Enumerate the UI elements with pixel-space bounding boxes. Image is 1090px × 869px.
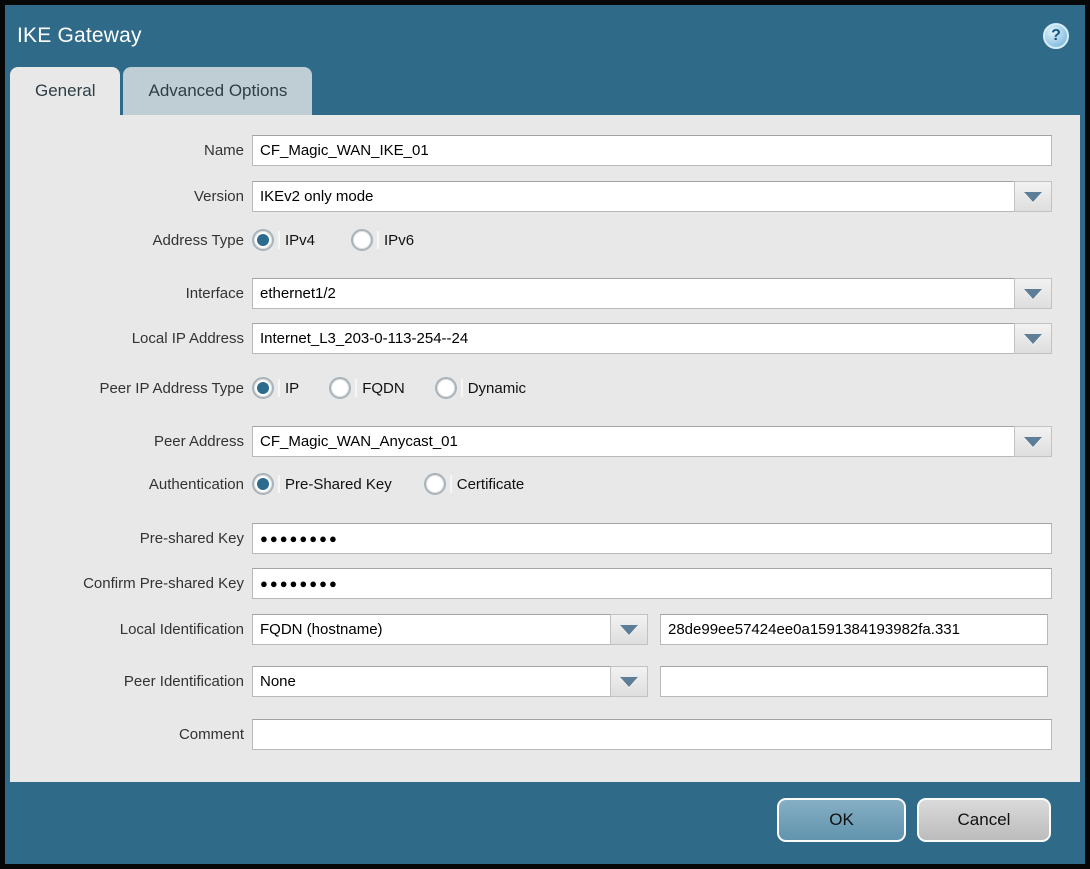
version-select xyxy=(252,181,1052,212)
interface-row: Interface xyxy=(10,278,1070,309)
tab-advanced-options[interactable]: Advanced Options xyxy=(123,67,313,115)
confirm-preshared-key-input[interactable] xyxy=(252,568,1052,599)
peer-identification-row: Peer Identification xyxy=(10,666,1070,697)
help-icon[interactable]: ? xyxy=(1043,23,1069,49)
radio-separator xyxy=(278,231,280,249)
local-ip-label: Local IP Address xyxy=(131,330,244,347)
radio-ipv6-label: IPv6 xyxy=(384,231,415,249)
chevron-down-icon xyxy=(1024,436,1042,447)
comment-input[interactable] xyxy=(252,719,1052,750)
peer-address-select xyxy=(252,426,1052,457)
local-identification-dropdown-button[interactable] xyxy=(610,614,648,645)
cancel-button[interactable]: Cancel xyxy=(917,798,1051,842)
name-label: Name xyxy=(203,142,244,159)
radio-certificate-label: Certificate xyxy=(456,475,525,493)
radio-separator xyxy=(449,475,452,493)
radio-preshared-key-label: Pre-Shared Key xyxy=(285,475,392,493)
dialog-title: IKE Gateway xyxy=(17,24,142,47)
ike-gateway-dialog: { "dialog": { "title": "IKE Gateway", "h… xyxy=(0,0,1090,869)
peer-address-input[interactable] xyxy=(252,426,1015,457)
local-ip-input[interactable] xyxy=(252,323,1015,354)
radio-separator xyxy=(355,379,358,397)
radio-peer-ip-label: IP xyxy=(285,379,300,397)
peer-address-dropdown-button[interactable] xyxy=(1014,426,1052,457)
radio-preshared-key[interactable] xyxy=(252,473,274,495)
chevron-down-icon xyxy=(620,676,638,687)
radio-separator xyxy=(278,379,280,397)
chevron-down-icon xyxy=(620,624,638,635)
confirm-preshared-key-label: Confirm Pre-shared Key xyxy=(83,575,244,592)
radio-peer-fqdn-label: FQDN xyxy=(362,379,405,397)
version-label: Version xyxy=(193,188,244,205)
tab-general-label: General xyxy=(35,81,96,100)
tab-general[interactable]: General xyxy=(10,67,121,115)
local-identification-value-input[interactable] xyxy=(660,614,1048,645)
general-tab-panel: Name Version Address Type IPv4 xyxy=(10,115,1080,782)
version-dropdown-button[interactable] xyxy=(1014,181,1052,212)
comment-row: Comment xyxy=(10,719,1070,750)
radio-peer-fqdn[interactable] xyxy=(329,377,352,399)
dialog-header: IKE Gateway ? xyxy=(5,5,1085,67)
interface-label: Interface xyxy=(185,285,244,302)
interface-dropdown-button[interactable] xyxy=(1014,278,1052,309)
authentication-label: Authentication xyxy=(148,475,244,493)
confirm-preshared-key-row: Confirm Pre-shared Key xyxy=(10,568,1070,599)
peer-identification-select xyxy=(252,666,648,697)
local-identification-type-input[interactable] xyxy=(252,614,611,645)
chevron-down-icon xyxy=(1024,288,1042,299)
chevron-down-icon xyxy=(1024,333,1042,344)
comment-label: Comment xyxy=(178,726,244,743)
radio-peer-dynamic-label: Dynamic xyxy=(467,379,527,397)
preshared-key-row: Pre-shared Key xyxy=(10,523,1070,554)
ok-button[interactable]: OK xyxy=(777,798,906,842)
peer-identification-value-input[interactable] xyxy=(660,666,1048,697)
peer-identification-type-input[interactable] xyxy=(252,666,611,697)
radio-ipv4[interactable] xyxy=(252,229,274,251)
local-ip-row: Local IP Address xyxy=(10,323,1070,354)
name-row: Name xyxy=(10,135,1070,166)
local-identification-row: Local Identification xyxy=(10,614,1070,645)
radio-separator xyxy=(377,231,380,249)
address-type-row: Address Type IPv4 IPv6 xyxy=(10,229,1070,251)
radio-peer-ip[interactable] xyxy=(252,377,274,399)
version-row: Version xyxy=(10,181,1070,212)
radio-ipv4-label: IPv4 xyxy=(285,231,316,249)
peer-identification-label: Peer Identification xyxy=(123,673,244,690)
authentication-row: Authentication Pre-Shared Key Certificat… xyxy=(10,473,1070,495)
interface-input[interactable] xyxy=(252,278,1015,309)
tab-bar: General Advanced Options xyxy=(5,67,1085,115)
radio-separator xyxy=(278,475,280,493)
peer-ip-type-row: Peer IP Address Type IP FQDN Dynamic xyxy=(10,377,1070,399)
name-input[interactable] xyxy=(252,135,1052,166)
radio-certificate[interactable] xyxy=(423,473,446,495)
radio-peer-dynamic[interactable] xyxy=(434,377,457,399)
peer-address-row: Peer Address xyxy=(10,426,1070,457)
tab-advanced-options-label: Advanced Options xyxy=(148,81,288,100)
local-identification-label: Local Identification xyxy=(119,621,244,638)
radio-separator xyxy=(460,379,463,397)
preshared-key-label: Pre-shared Key xyxy=(139,530,244,547)
peer-ip-type-label: Peer IP Address Type xyxy=(99,379,244,397)
dialog-footer: OK Cancel xyxy=(5,782,1085,864)
peer-identification-dropdown-button[interactable] xyxy=(610,666,648,697)
preshared-key-input[interactable] xyxy=(252,523,1052,554)
address-type-label: Address Type xyxy=(152,231,244,249)
local-ip-select xyxy=(252,323,1052,354)
radio-ipv6[interactable] xyxy=(351,229,374,251)
interface-select xyxy=(252,278,1052,309)
peer-address-label: Peer Address xyxy=(153,433,244,450)
chevron-down-icon xyxy=(1024,191,1042,202)
local-identification-select xyxy=(252,614,648,645)
version-input[interactable] xyxy=(252,181,1015,212)
local-ip-dropdown-button[interactable] xyxy=(1014,323,1052,354)
